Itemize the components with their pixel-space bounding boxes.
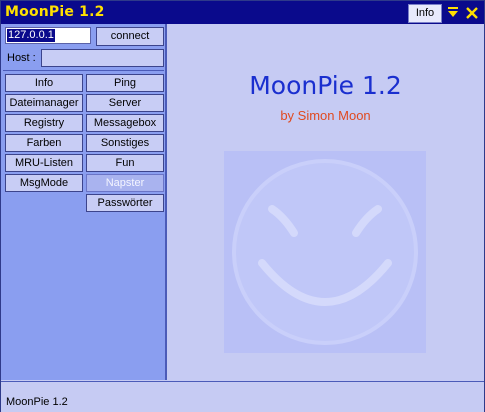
app-window: MoonPie 1.2 Info 127.0.0.1 connect Host … (0, 0, 485, 412)
about-author: by Simon Moon (280, 108, 371, 123)
ip-address-input[interactable]: 127.0.0.1 (5, 27, 91, 44)
passwoerter-button[interactable]: Passwörter (86, 194, 164, 212)
status-bar: MoonPie 1.2 (1, 381, 484, 412)
ip-address-value: 127.0.0.1 (7, 29, 55, 42)
msgmode-button[interactable]: MsgMode (5, 174, 83, 192)
registry-button[interactable]: Registry (5, 114, 83, 132)
minimize-icon[interactable] (444, 3, 462, 22)
title-bar[interactable]: MoonPie 1.2 Info (1, 1, 484, 25)
smiley-face-icon (232, 159, 418, 345)
control-panel: 127.0.0.1 connect Host : Info Dateimanag… (1, 24, 167, 380)
mru-listen-button[interactable]: MRU-Listen (5, 154, 83, 172)
host-input[interactable] (41, 49, 164, 67)
ping-button[interactable]: Ping (86, 74, 164, 92)
about-title: MoonPie 1.2 (249, 71, 402, 100)
info-tab[interactable]: Info (408, 4, 442, 23)
status-text: MoonPie 1.2 (6, 396, 68, 408)
info-panel: MoonPie 1.2 by Simon Moon (167, 24, 484, 380)
messagebox-button[interactable]: Messagebox (86, 114, 164, 132)
server-button[interactable]: Server (86, 94, 164, 112)
divider (3, 70, 164, 71)
close-icon[interactable] (463, 3, 481, 22)
window-title: MoonPie 1.2 (5, 4, 105, 20)
host-label: Host : (7, 52, 36, 64)
smiley-logo (224, 151, 426, 353)
farben-button[interactable]: Farben (5, 134, 83, 152)
fun-button[interactable]: Fun (86, 154, 164, 172)
connect-button[interactable]: connect (96, 27, 164, 46)
sonstiges-button[interactable]: Sonstiges (86, 134, 164, 152)
info-button[interactable]: Info (5, 74, 83, 92)
dateimanager-button[interactable]: Dateimanager (5, 94, 83, 112)
napster-button[interactable]: Napster (86, 174, 164, 192)
